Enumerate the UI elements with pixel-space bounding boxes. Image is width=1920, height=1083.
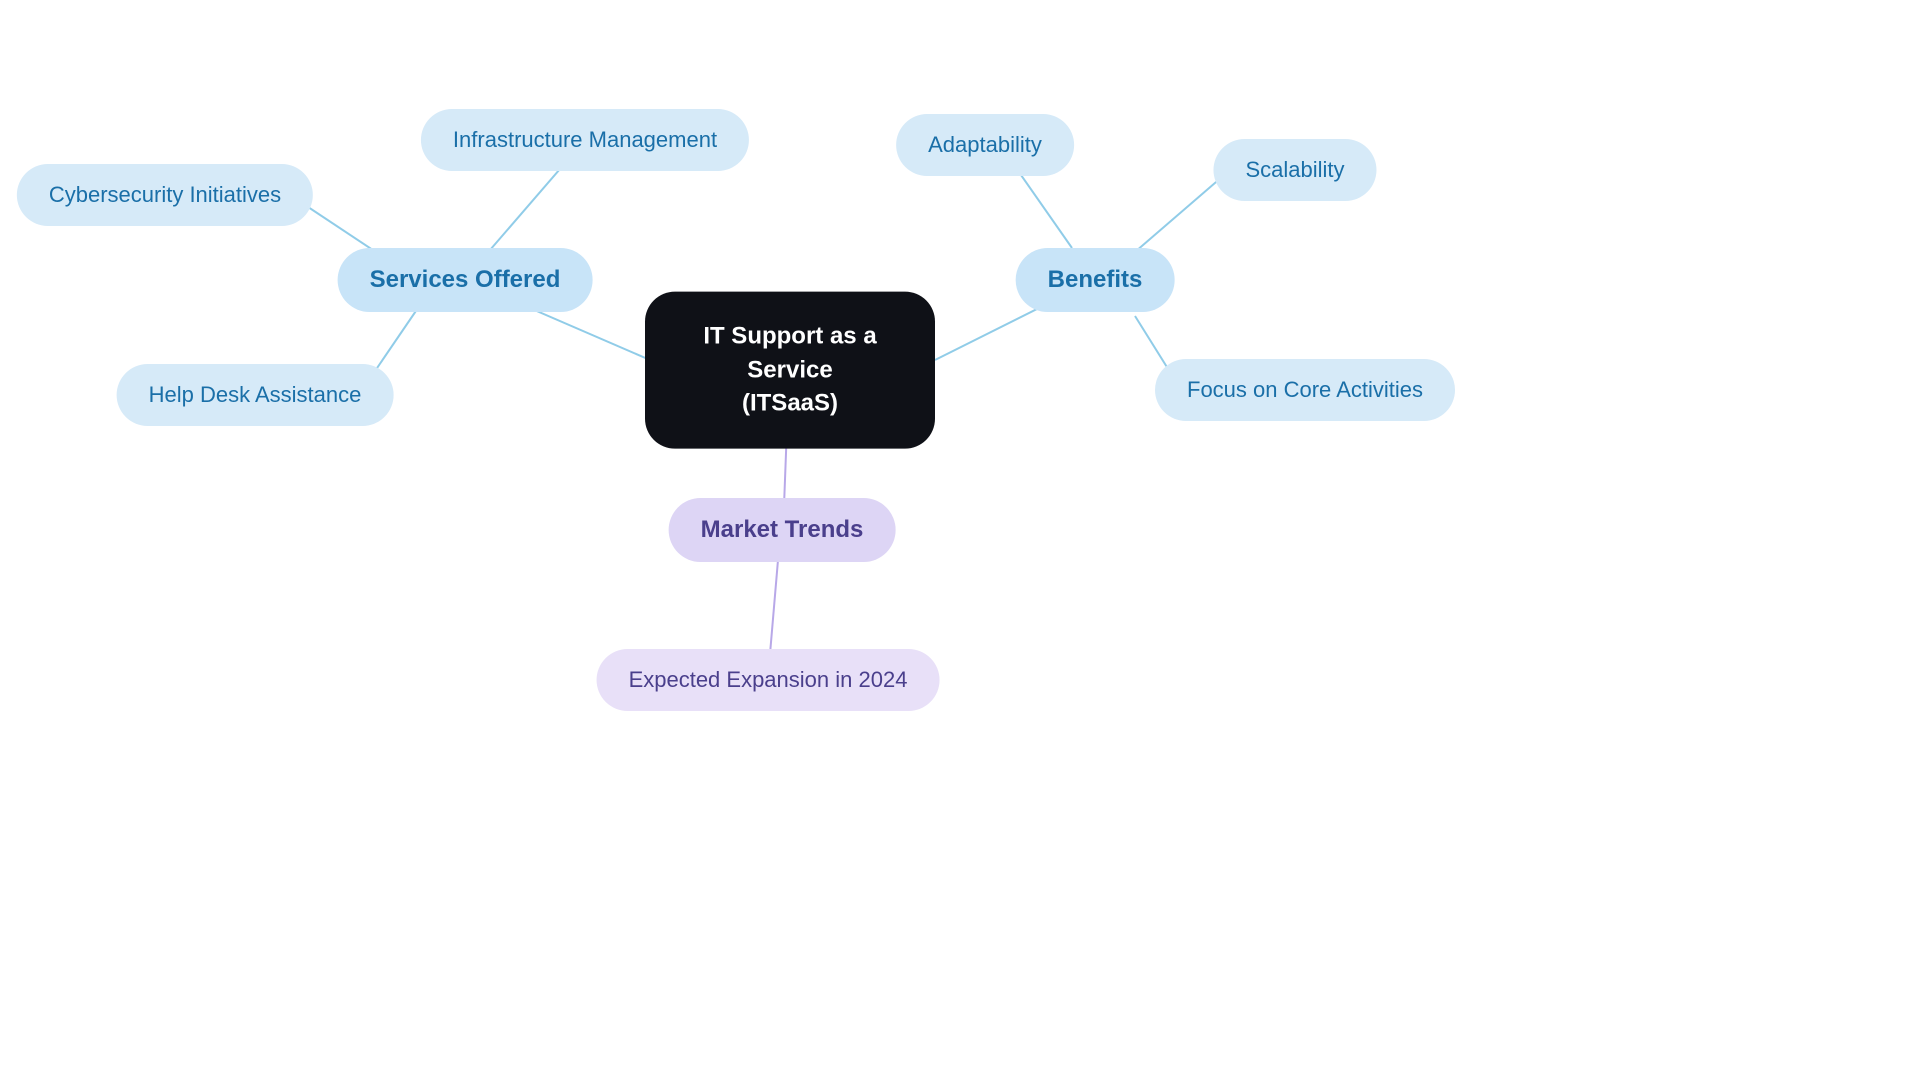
scalability-node[interactable]: Scalability (1213, 139, 1376, 201)
benefits-node[interactable]: Benefits (1016, 248, 1175, 312)
center-node[interactable]: IT Support as a Service(ITSaaS) (645, 292, 935, 449)
services-offered-node[interactable]: Services Offered (338, 248, 593, 312)
focus-core-activities-node[interactable]: Focus on Core Activities (1155, 359, 1455, 421)
infrastructure-management-node[interactable]: Infrastructure Management (421, 109, 749, 171)
adaptability-node[interactable]: Adaptability (896, 114, 1074, 176)
help-desk-assistance-node[interactable]: Help Desk Assistance (117, 364, 394, 426)
market-trends-node[interactable]: Market Trends (669, 498, 896, 562)
cybersecurity-initiatives-node[interactable]: Cybersecurity Initiatives (17, 164, 313, 226)
expected-expansion-node[interactable]: Expected Expansion in 2024 (597, 649, 940, 711)
